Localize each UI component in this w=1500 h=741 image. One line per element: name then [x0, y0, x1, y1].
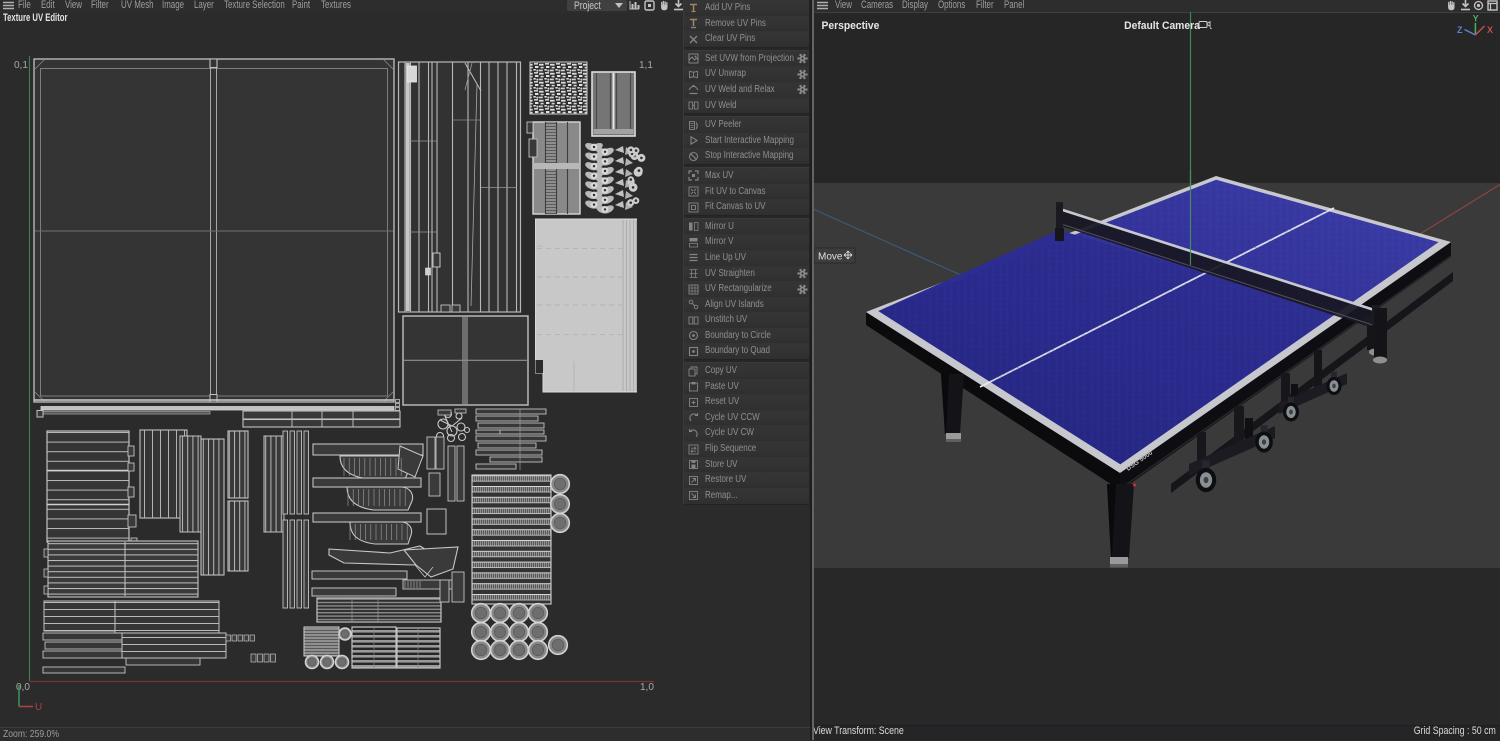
- svg-text:0,0: 0,0: [16, 682, 30, 693]
- svg-text:Z: Z: [1457, 25, 1463, 35]
- svg-text:Perspective: Perspective: [821, 20, 879, 32]
- svg-text:Y: Y: [1473, 14, 1479, 24]
- svg-text:Default Camera: Default Camera: [1124, 20, 1200, 32]
- svg-text:Grid Spacing : 50 cm: Grid Spacing : 50 cm: [1414, 725, 1496, 737]
- svg-text:1,0: 1,0: [640, 682, 654, 693]
- svg-text:X: X: [1487, 25, 1493, 35]
- svg-text:U: U: [35, 702, 42, 713]
- svg-text:0,1: 0,1: [14, 60, 28, 71]
- svg-text:View Transform: Scene: View Transform: Scene: [813, 725, 904, 737]
- svg-text:Move: Move: [818, 252, 843, 263]
- svg-text:1,1: 1,1: [639, 60, 653, 71]
